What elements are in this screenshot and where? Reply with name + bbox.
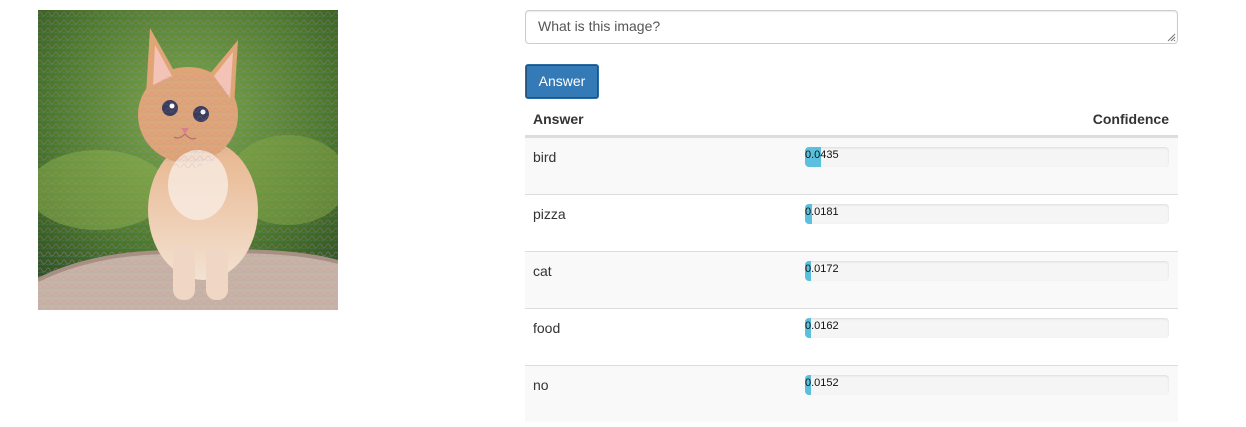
answer-button[interactable]: Answer bbox=[525, 64, 599, 99]
confidence-progress: 0.0162 bbox=[805, 318, 1169, 338]
kitten-photo bbox=[38, 10, 338, 310]
confidence-progress: 0.0181 bbox=[805, 204, 1169, 224]
confidence-value: 0.0181 bbox=[805, 206, 839, 218]
confidence-progress: 0.0152 bbox=[805, 375, 1169, 395]
answer-label: cat bbox=[533, 263, 552, 279]
table-row: food 0.0162 bbox=[525, 308, 1178, 365]
table-row: bird 0.0435 bbox=[525, 137, 1178, 194]
results-table: Answer Confidence bird 0.0435 pizza 0.01… bbox=[525, 105, 1178, 422]
confidence-value: 0.0152 bbox=[805, 377, 839, 389]
qa-panel: What is this image? Answer Answer Confid… bbox=[525, 10, 1178, 422]
confidence-value: 0.0172 bbox=[805, 263, 839, 275]
table-row: no 0.0152 bbox=[525, 365, 1178, 422]
answer-label: food bbox=[533, 320, 561, 336]
confidence-value: 0.0162 bbox=[805, 320, 839, 332]
confidence-progress: 0.0435 bbox=[805, 147, 1169, 167]
answer-label: bird bbox=[533, 149, 557, 165]
confidence-progress: 0.0172 bbox=[805, 261, 1169, 281]
answer-label: pizza bbox=[533, 206, 566, 222]
input-image bbox=[38, 10, 338, 310]
table-header: Answer Confidence bbox=[525, 105, 1178, 137]
answer-label: no bbox=[533, 377, 549, 393]
table-row: pizza 0.0181 bbox=[525, 194, 1178, 251]
resize-grip-icon[interactable] bbox=[1167, 33, 1176, 42]
column-header-confidence: Confidence bbox=[1092, 111, 1169, 127]
vqa-demo-page: What is this image? Answer Answer Confid… bbox=[0, 0, 1246, 427]
question-input[interactable]: What is this image? bbox=[525, 10, 1178, 44]
confidence-value: 0.0435 bbox=[805, 149, 839, 161]
column-header-answer: Answer bbox=[533, 111, 584, 127]
table-row: cat 0.0172 bbox=[525, 251, 1178, 308]
question-text: What is this image? bbox=[538, 18, 661, 34]
